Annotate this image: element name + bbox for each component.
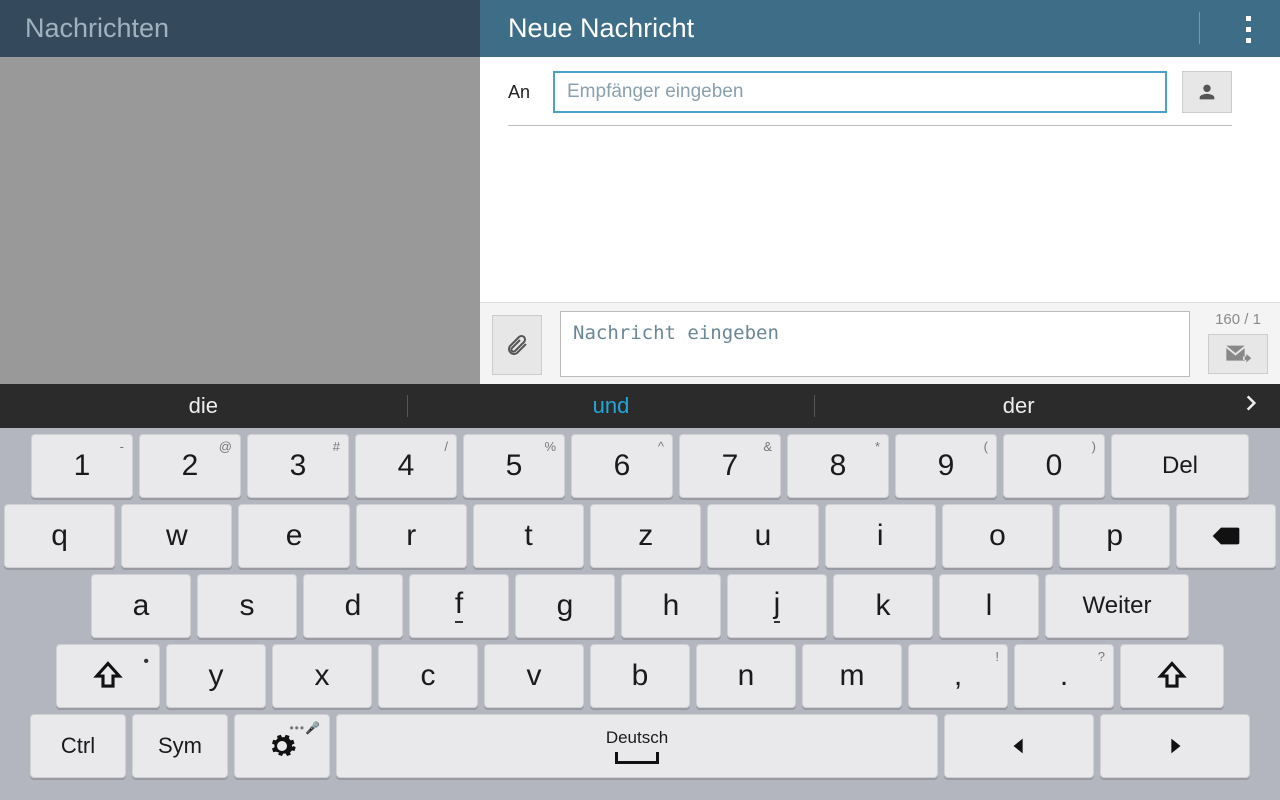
compose-panel: An 160 / 1 <box>480 57 1280 384</box>
key-sym[interactable]: Sym <box>132 714 228 778</box>
suggestion-1[interactable]: die <box>0 393 407 419</box>
key-m[interactable]: m <box>802 644 902 708</box>
key-y[interactable]: y <box>166 644 266 708</box>
key-backspace[interactable] <box>1176 504 1276 568</box>
conversation-list[interactable] <box>0 57 480 384</box>
contact-icon <box>1196 81 1218 103</box>
key-enter[interactable]: Weiter <box>1045 574 1189 638</box>
key-t[interactable]: t <box>473 504 584 568</box>
char-counter: 160 / 1 <box>1215 311 1261 328</box>
key-p[interactable]: p <box>1059 504 1170 568</box>
key-arrow-left[interactable] <box>944 714 1094 778</box>
key-c[interactable]: c <box>378 644 478 708</box>
shift-icon <box>1157 661 1187 691</box>
key-i[interactable]: i <box>825 504 936 568</box>
pick-contact-button[interactable] <box>1182 71 1232 113</box>
backspace-icon <box>1211 521 1241 551</box>
space-bar-icon <box>615 752 659 764</box>
header-divider <box>1199 12 1200 44</box>
key-h[interactable]: h <box>621 574 721 638</box>
key-shift-left[interactable]: • <box>56 644 160 708</box>
paperclip-icon <box>505 333 529 357</box>
gear-icon <box>267 731 297 761</box>
triangle-left-icon <box>1008 735 1030 757</box>
key-o[interactable]: o <box>942 504 1053 568</box>
shift-icon <box>93 661 123 691</box>
key-s[interactable]: s <box>197 574 297 638</box>
key-r[interactable]: r <box>356 504 467 568</box>
key-l[interactable]: l <box>939 574 1039 638</box>
key-8[interactable]: 8* <box>787 434 889 498</box>
key-7[interactable]: 7& <box>679 434 781 498</box>
key-0[interactable]: 0) <box>1003 434 1105 498</box>
key-settings[interactable]: •••🎤 <box>234 714 330 778</box>
space-language-label: Deutsch <box>606 728 668 748</box>
key-shift-right[interactable] <box>1120 644 1224 708</box>
key-n[interactable]: n <box>696 644 796 708</box>
suggestion-3[interactable]: der <box>815 393 1222 419</box>
key-g[interactable]: g <box>515 574 615 638</box>
key-6[interactable]: 6^ <box>571 434 673 498</box>
key-1[interactable]: 1- <box>31 434 133 498</box>
attach-button[interactable] <box>492 315 542 375</box>
key-z[interactable]: z <box>590 504 701 568</box>
key-f[interactable]: f <box>409 574 509 638</box>
key-e[interactable]: e <box>238 504 349 568</box>
suggestion-bar: die und der <box>0 384 1280 428</box>
recipient-input[interactable] <box>553 71 1167 113</box>
key-b[interactable]: b <box>590 644 690 708</box>
key-a[interactable]: a <box>91 574 191 638</box>
key-9[interactable]: 9( <box>895 434 997 498</box>
send-button[interactable] <box>1208 334 1268 374</box>
key-k[interactable]: k <box>833 574 933 638</box>
key-2[interactable]: 2@ <box>139 434 241 498</box>
conversations-header: Nachrichten <box>0 0 480 57</box>
suggestion-2[interactable]: und <box>408 393 815 419</box>
triangle-right-icon <box>1164 735 1186 757</box>
key-space[interactable]: Deutsch <box>336 714 938 778</box>
send-icon <box>1224 344 1252 364</box>
keyboard: 1- 2@ 3# 4/ 5% 6^ 7& 8* 9( 0) Del q w e … <box>0 428 1280 800</box>
overflow-menu-button[interactable] <box>1246 16 1252 43</box>
key-d[interactable]: d <box>303 574 403 638</box>
key-arrow-right[interactable] <box>1100 714 1250 778</box>
compose-header: Neue Nachricht <box>480 0 1280 57</box>
message-input[interactable] <box>560 311 1190 377</box>
key-comma[interactable]: ,! <box>908 644 1008 708</box>
key-3[interactable]: 3# <box>247 434 349 498</box>
key-v[interactable]: v <box>484 644 584 708</box>
compose-title: Neue Nachricht <box>508 13 694 44</box>
key-x[interactable]: x <box>272 644 372 708</box>
conversations-title: Nachrichten <box>25 13 169 44</box>
key-j[interactable]: j <box>727 574 827 638</box>
key-del[interactable]: Del <box>1111 434 1249 498</box>
key-period[interactable]: .? <box>1014 644 1114 708</box>
key-w[interactable]: w <box>121 504 232 568</box>
key-u[interactable]: u <box>707 504 818 568</box>
key-4[interactable]: 4/ <box>355 434 457 498</box>
recipient-label: An <box>508 82 538 103</box>
chevron-right-icon <box>1241 393 1261 413</box>
key-ctrl[interactable]: Ctrl <box>30 714 126 778</box>
suggestion-more-button[interactable] <box>1222 392 1280 420</box>
key-5[interactable]: 5% <box>463 434 565 498</box>
key-q[interactable]: q <box>4 504 115 568</box>
